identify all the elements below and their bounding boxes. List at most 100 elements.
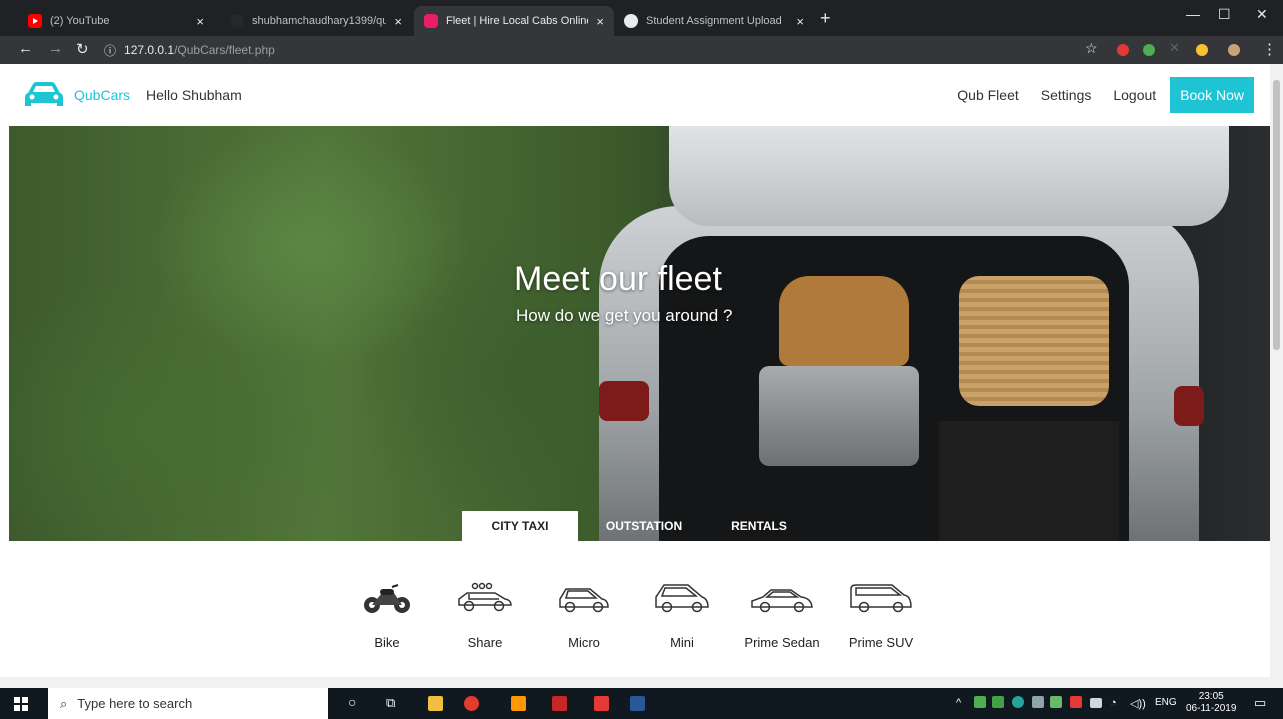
tab-outstation[interactable]: OUTSTATION (589, 511, 699, 541)
info-icon: ⓘ (104, 43, 117, 58)
back-arrow-icon[interactable]: ← (18, 40, 33, 57)
search-placeholder: Type here to search (77, 696, 193, 711)
task-view-icon[interactable]: ⧉ (386, 695, 395, 711)
cortana-icon[interactable]: ○ (348, 694, 356, 710)
hero-image-backpack (779, 276, 909, 366)
browser-tab-github[interactable]: shubhamchaudhary1399/qubcar × (220, 6, 412, 36)
browser-tab-youtube[interactable]: (2) YouTube × (18, 6, 214, 36)
vehicle-label: Mini (670, 635, 694, 650)
browser-tab-assignment[interactable]: Student Assignment Upload × (614, 6, 814, 36)
vehicle-label: Micro (568, 635, 600, 650)
brand-logo[interactable]: QubCars (24, 81, 130, 109)
scrollbar-thumb[interactable] (1273, 80, 1280, 350)
clock-date: 06-11-2019 (1186, 703, 1237, 714)
wifi-icon[interactable]: ◔ (1110, 697, 1117, 709)
close-window-icon[interactable]: ✕ (1256, 6, 1268, 23)
close-tab-icon[interactable]: × (796, 14, 804, 29)
vehicle-option-prime-suv[interactable]: Prime SUV (836, 581, 926, 650)
vehicle-option-share[interactable]: Share (440, 581, 530, 650)
browser-toolbar: ← → ↻ ⓘ 127.0.0.1/QubCars/fleet.php ☆ ✕ … (0, 36, 1283, 64)
taskbar-clock[interactable]: 23:05 06-11-2019 (1186, 691, 1236, 715)
tab-city-taxi[interactable]: CITY TAXI (462, 511, 578, 541)
hero-image-taillight (599, 381, 649, 421)
battery-icon[interactable] (1090, 698, 1102, 708)
sublime-text-icon[interactable] (511, 696, 526, 711)
tray-app-icon[interactable] (974, 696, 986, 708)
hero-image-hatch (669, 126, 1229, 226)
close-tab-icon[interactable]: × (394, 14, 402, 29)
nav-links: Qub Fleet Settings Logout Book Now (957, 64, 1270, 126)
fleet-selector: Bike Share Micro Mini Prime Sedan Prime … (0, 541, 1270, 677)
vehicle-label: Share (467, 635, 503, 650)
word-icon[interactable] (630, 696, 645, 711)
vehicle-label: Bike (374, 635, 400, 650)
address-bar[interactable]: ⓘ 127.0.0.1/QubCars/fleet.php (104, 38, 1104, 62)
sedan-icon (751, 589, 813, 613)
extension-icon[interactable] (1143, 44, 1155, 56)
tray-chevron-up-icon[interactable]: ^ (956, 697, 961, 709)
globe-icon (624, 14, 638, 28)
chrome-icon[interactable] (464, 696, 479, 711)
hero-subtitle: How do we get you around ? (516, 306, 733, 325)
book-now-button[interactable]: Book Now (1170, 77, 1254, 113)
new-tab-button[interactable]: + (820, 8, 831, 29)
suv-icon (850, 584, 912, 613)
windows-start-icon[interactable] (14, 697, 28, 711)
browser-tab-fleet[interactable]: Fleet | Hire Local Cabs Online at × (414, 6, 614, 36)
extension-icon[interactable] (1196, 44, 1208, 56)
vehicle-label: Prime Sedan (744, 635, 820, 650)
vehicle-option-mini[interactable]: Mini (637, 581, 727, 650)
nav-link-qub-fleet[interactable]: Qub Fleet (957, 87, 1018, 103)
site-favicon-icon (424, 14, 438, 28)
bookmark-star-icon[interactable]: ☆ (1085, 40, 1098, 57)
vehicle-label: Prime SUV (848, 635, 914, 650)
vehicle-option-prime-sedan[interactable]: Prime Sedan (737, 581, 827, 650)
share-car-icon (458, 582, 512, 612)
tray-app-icon[interactable] (1070, 696, 1082, 708)
language-indicator[interactable]: ENG (1155, 697, 1177, 708)
hero-image-basket (959, 276, 1109, 406)
minimize-icon[interactable]: — (1186, 6, 1200, 22)
app-icon[interactable] (594, 696, 609, 711)
horizontal-scrollbar[interactable] (0, 677, 1270, 688)
forward-arrow-icon[interactable]: → (48, 40, 63, 57)
micro-car-icon (559, 588, 609, 613)
profile-avatar[interactable] (1228, 44, 1240, 56)
tray-app-icon[interactable] (992, 696, 1004, 708)
volume-icon[interactable]: ◁)) (1130, 697, 1146, 710)
motorbike-icon (364, 584, 410, 613)
windows-taskbar: ⌕ Type here to search ○ ⧉ ^ ◔ ◁)) ENG 23… (0, 688, 1283, 719)
hero-image-taillight (1174, 386, 1204, 426)
menu-kebab-icon[interactable]: ⋮ (1262, 40, 1277, 58)
browser-tab-strip: (2) YouTube × shubhamchaudhary1399/qubca… (0, 0, 1283, 36)
nav-link-logout[interactable]: Logout (1113, 87, 1156, 103)
site-navbar: QubCars Hello Shubham Qub Fleet Settings… (0, 64, 1270, 126)
tab-rentals[interactable]: RENTALS (709, 511, 809, 541)
tray-app-icon[interactable] (1032, 696, 1044, 708)
user-greeting: Hello Shubham (146, 87, 242, 103)
close-tab-icon[interactable]: × (196, 14, 204, 29)
search-icon: ⌕ (60, 695, 68, 711)
car-logo-icon (25, 82, 63, 106)
nav-link-settings[interactable]: Settings (1041, 87, 1092, 103)
app-icon[interactable] (552, 696, 567, 711)
file-explorer-icon[interactable] (428, 696, 443, 711)
mini-car-icon (655, 584, 709, 613)
url-path: /QubCars/fleet.php (174, 43, 275, 57)
tray-app-icon[interactable] (1012, 696, 1024, 708)
taskbar-search-input[interactable]: ⌕ Type here to search (48, 688, 328, 719)
reload-icon[interactable]: ↻ (76, 40, 89, 58)
hero-banner: Meet our fleet How do we get you around … (9, 126, 1270, 541)
maximize-icon[interactable]: ☐ (1218, 6, 1231, 23)
hero-image-suitcase (759, 366, 919, 466)
vehicle-option-micro[interactable]: Micro (539, 581, 629, 650)
tray-app-icon[interactable] (1050, 696, 1062, 708)
hero-title: Meet our fleet (514, 260, 722, 298)
vehicle-option-bike[interactable]: Bike (342, 581, 432, 650)
brand-name: QubCars (74, 87, 131, 103)
github-icon (230, 14, 244, 28)
extension-icon[interactable]: ✕ (1169, 40, 1180, 56)
extension-icon[interactable] (1117, 44, 1129, 56)
close-tab-icon[interactable]: × (596, 14, 604, 29)
notifications-icon[interactable]: ▭ (1254, 695, 1266, 711)
